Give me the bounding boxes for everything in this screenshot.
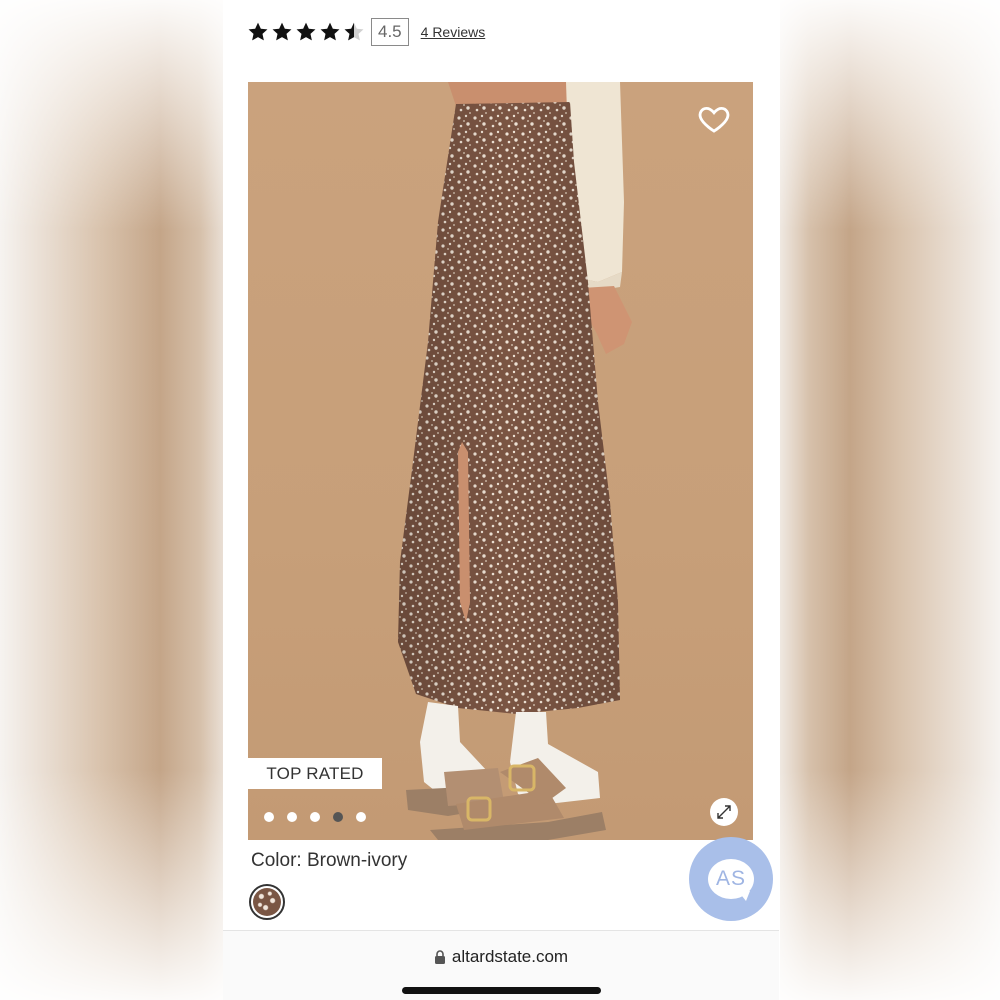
color-label: Color: Brown-ivory <box>251 850 408 871</box>
product-image-gallery[interactable]: TOP RATED <box>248 82 753 840</box>
heart-outline-icon[interactable] <box>697 102 731 136</box>
pagination-dot[interactable] <box>264 812 274 822</box>
mobile-screen: 4.5 4 Reviews TOP RATED Color: Brown-ivo… <box>223 0 779 1000</box>
gallery-pagination <box>264 812 366 822</box>
pagination-dot[interactable] <box>356 812 366 822</box>
star-full-icon <box>320 22 340 41</box>
color-swatch-brown-ivory[interactable] <box>249 884 285 920</box>
star-full-icon <box>296 22 316 41</box>
reviews-link[interactable]: 4 Reviews <box>421 24 486 40</box>
home-indicator[interactable] <box>402 987 601 994</box>
url-display[interactable]: altardstate.com <box>223 947 779 967</box>
pagination-dot[interactable] <box>287 812 297 822</box>
chat-launcher-button[interactable]: AS <box>689 837 773 921</box>
lock-icon <box>434 950 445 964</box>
pagination-dot-active[interactable] <box>333 812 343 822</box>
expand-arrows-icon <box>717 805 731 819</box>
top-rated-badge: TOP RATED <box>248 758 382 789</box>
swatch-floral-pattern <box>253 888 281 916</box>
expand-image-button[interactable] <box>710 798 738 826</box>
star-rating <box>247 21 365 43</box>
star-full-icon <box>272 22 292 41</box>
chat-bubble-icon: AS <box>708 859 754 901</box>
product-photo <box>398 82 632 840</box>
chat-launcher-label: AS <box>715 867 746 890</box>
rating-value: 4.5 <box>371 18 409 46</box>
url-text: altardstate.com <box>451 947 569 966</box>
rating-row: 4.5 4 Reviews <box>247 14 485 50</box>
pagination-dot[interactable] <box>310 812 320 822</box>
browser-url-bar[interactable]: altardstate.com <box>223 930 779 1000</box>
star-half-icon <box>344 22 364 41</box>
star-full-icon <box>248 22 268 41</box>
